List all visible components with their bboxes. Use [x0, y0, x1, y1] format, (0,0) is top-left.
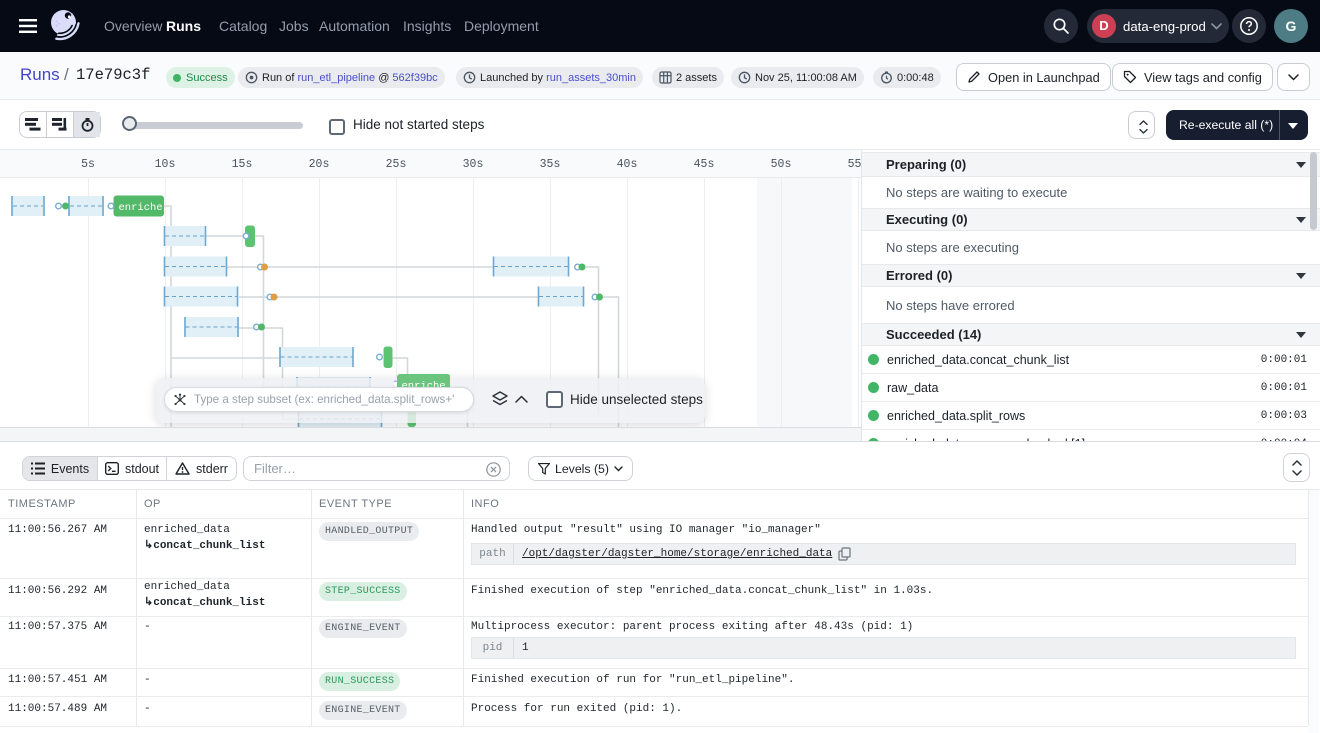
svg-text:10s: 10s — [155, 158, 176, 171]
svg-text:35s: 35s — [540, 158, 561, 171]
svg-text:40s: 40s — [617, 158, 638, 171]
svg-text:50s: 50s — [771, 158, 792, 171]
svg-text:45s: 45s — [694, 158, 715, 171]
svg-text:55s: 55s — [848, 158, 861, 171]
svg-text:25s: 25s — [386, 158, 407, 171]
svg-text:5s: 5s — [81, 158, 95, 171]
svg-text:15s: 15s — [232, 158, 253, 171]
svg-text:20s: 20s — [309, 158, 330, 171]
svg-text:enriche.: enriche. — [119, 202, 169, 214]
svg-text:30s: 30s — [463, 158, 484, 171]
